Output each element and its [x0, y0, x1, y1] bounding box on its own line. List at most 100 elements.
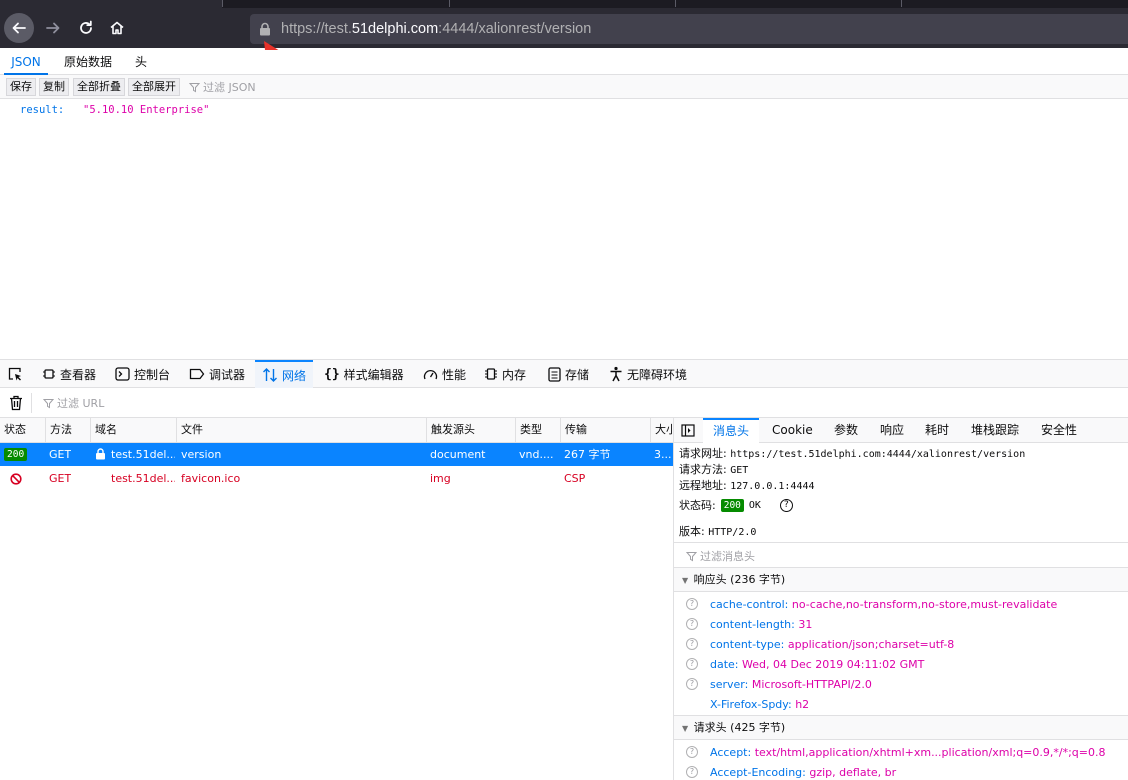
triangle-down-icon: ▼: [682, 576, 689, 585]
json-filter-input[interactable]: 过滤 JSON: [189, 79, 256, 95]
tab-cookie[interactable]: Cookie: [772, 418, 813, 443]
save-button[interactable]: 保存: [6, 78, 36, 96]
request-table-header: 状态 方法 域名 文件 触发源头 类型 传输 大小: [0, 418, 673, 443]
request-size: 3...: [654, 448, 672, 461]
tab-security[interactable]: 安全性: [1041, 418, 1077, 443]
filter-icon: [189, 82, 200, 92]
column-status[interactable]: 状态: [0, 418, 45, 442]
triangle-down-icon: ▼: [682, 724, 689, 733]
arrow-left-icon: [12, 22, 26, 34]
column-type[interactable]: 类型: [515, 418, 560, 442]
pick-element-icon: [8, 367, 21, 381]
tab-network[interactable]: 网络: [255, 360, 314, 388]
help-icon[interactable]: ?: [686, 746, 698, 758]
trash-icon[interactable]: [9, 395, 23, 411]
help-icon[interactable]: ?: [779, 498, 793, 512]
request-domain: test.51del...: [111, 472, 175, 485]
column-cause[interactable]: 触发源头: [426, 418, 515, 442]
home-icon: [110, 21, 124, 35]
tab-params[interactable]: 参数: [834, 418, 858, 443]
request-cause: document: [430, 448, 486, 461]
tab-storage[interactable]: 存储: [548, 360, 589, 388]
filter-icon: [43, 398, 54, 408]
network-arrows-icon: [263, 368, 277, 382]
request-details-panel: 消息头 Cookie 参数 响应 耗时 堆栈跟踪 安全性 请求网址: https…: [673, 418, 1128, 780]
status-badge: 200: [4, 448, 28, 461]
table-row[interactable]: GET test.51del... favicon.ico img CSP: [0, 467, 673, 490]
column-transferred[interactable]: 传输: [560, 418, 650, 442]
filter-icon: [686, 551, 697, 561]
inspector-icon: [43, 369, 55, 379]
tab-separator: [222, 0, 223, 7]
column-file[interactable]: 文件: [176, 418, 426, 442]
request-method: GET: [49, 472, 72, 485]
help-icon[interactable]: ?: [686, 766, 698, 778]
expand-all-button[interactable]: 全部展开: [128, 78, 180, 96]
json-viewer-tabs: JSON 原始数据 头: [0, 50, 1128, 75]
tab-separator: [901, 0, 902, 7]
column-method[interactable]: 方法: [45, 418, 90, 442]
column-domain[interactable]: 域名: [90, 418, 176, 442]
request-headers-section[interactable]: ▼ 请求头 (425 字节): [674, 715, 1128, 740]
request-transferred: 267 字节: [564, 448, 611, 461]
tab-headers[interactable]: 消息头: [703, 418, 760, 443]
tab-response[interactable]: 响应: [880, 418, 904, 443]
table-row[interactable]: 200 GET test.51del... version document v…: [0, 443, 673, 466]
help-icon[interactable]: ?: [686, 638, 698, 650]
debugger-icon: [189, 368, 205, 380]
network-toolbar: 过滤 URL: [0, 388, 1128, 418]
request-url-value[interactable]: https://test.51delphi.com:4444/xalionres…: [730, 449, 1025, 460]
tab-memory[interactable]: 内存: [484, 360, 526, 388]
tab-debugger[interactable]: 调试器: [189, 360, 245, 388]
request-file: version: [181, 448, 222, 461]
json-value[interactable]: "5.10.10 Enterprise": [83, 104, 209, 116]
tab-performance[interactable]: 性能: [423, 360, 466, 388]
remote-address-row: 远程地址: 127.0.0.1:4444: [679, 479, 815, 492]
collapse-all-button[interactable]: 全部折叠: [73, 78, 125, 96]
tab-inspector[interactable]: 查看器: [42, 360, 96, 388]
storage-icon: [548, 366, 561, 382]
tab-raw-data[interactable]: 原始数据: [64, 50, 112, 75]
tab-accessibility[interactable]: 无障碍环境: [609, 360, 687, 388]
response-headers-section[interactable]: ▼ 响应头 (236 字节): [674, 567, 1128, 592]
url-filter-input[interactable]: 过滤 URL: [43, 395, 104, 411]
forward-button[interactable]: [38, 13, 68, 43]
arrow-right-icon: [46, 22, 60, 34]
help-icon[interactable]: ?: [686, 618, 698, 630]
gauge-icon: [423, 369, 438, 380]
json-key: result:: [20, 104, 65, 116]
reload-icon: [80, 20, 92, 34]
copy-button[interactable]: 复制: [39, 78, 69, 96]
console-icon: [115, 367, 130, 381]
tab-console[interactable]: 控制台: [115, 360, 170, 388]
request-url-row: 请求网址: https://test.51delphi.com:4444/xal…: [679, 447, 1026, 460]
lock-icon[interactable]: [258, 22, 272, 36]
url-text[interactable]: https://test.51delphi.com:4444/xalionres…: [281, 14, 591, 44]
toggle-sidebar-icon[interactable]: [681, 424, 695, 437]
tab-headers[interactable]: 头: [135, 50, 147, 75]
reload-button[interactable]: [71, 13, 101, 43]
tab-separator: [675, 0, 676, 7]
headers-filter-input[interactable]: 过滤消息头: [674, 542, 1128, 567]
status-code-row: 状态码: 200 OK ?: [679, 497, 793, 513]
help-icon[interactable]: ?: [686, 598, 698, 610]
tab-json[interactable]: JSON: [4, 50, 48, 75]
details-tabs: 消息头 Cookie 参数 响应 耗时 堆栈跟踪 安全性: [674, 418, 1128, 443]
help-icon[interactable]: ?: [686, 678, 698, 690]
request-cause: img: [430, 472, 451, 485]
lock-icon: [96, 448, 105, 460]
tab-stack-trace[interactable]: 堆栈跟踪: [971, 418, 1019, 443]
devtools-toolbar: 查看器 控制台 调试器 网络 {} 样式编辑器 性能 内存 存储 无障碍环境: [0, 359, 1128, 388]
accessibility-icon: [610, 366, 622, 382]
tab-timings[interactable]: 耗时: [925, 418, 949, 443]
blocked-icon: [10, 473, 22, 485]
pick-element-button[interactable]: [7, 360, 23, 388]
column-size[interactable]: 大小: [650, 418, 673, 442]
version-row: 版本: HTTP/2.0: [679, 525, 757, 538]
home-button[interactable]: [102, 13, 132, 43]
tab-style-editor[interactable]: {} 样式编辑器: [324, 360, 404, 388]
back-button[interactable]: [4, 13, 34, 43]
help-icon[interactable]: ?: [686, 658, 698, 670]
request-method-row: 请求方法: GET: [679, 463, 749, 476]
url-bar[interactable]: https://test.51delphi.com:4444/xalionres…: [250, 14, 1128, 44]
